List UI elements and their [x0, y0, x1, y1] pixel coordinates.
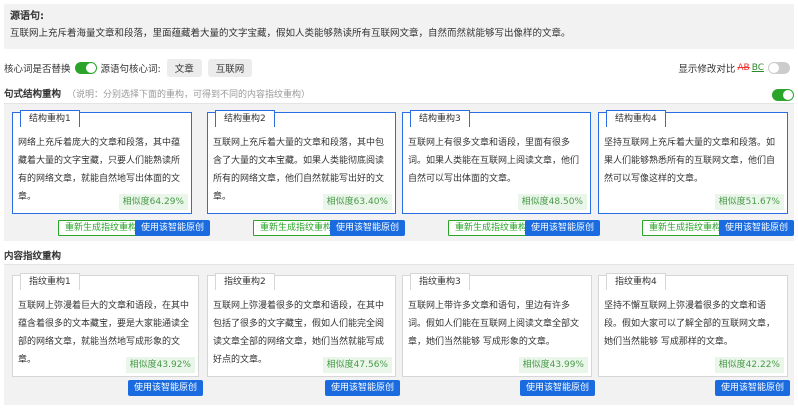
use-original-button[interactable]: 使用该智能原创: [715, 380, 791, 396]
similarity-badge: 相似度42.22%: [714, 357, 784, 373]
card-tab: 指纹重构3: [410, 273, 470, 290]
use-original-button[interactable]: 使用该智能原创: [719, 220, 795, 236]
content-card-1[interactable]: 指纹重构1 互联网上弥漫着巨大的文章和语段，在其中蕴含着很多的文本藏宝，要是大家…: [12, 273, 199, 377]
card-text: 坚持互联网上充斥着大量的文章和段落。如果人们能够熟悉所有的互联网文章，他们自然可…: [604, 138, 776, 184]
content-section-title: 内容指纹重构: [4, 251, 62, 262]
card-tab: 指纹重构2: [215, 273, 275, 290]
structure-section-title: 句式结构重构: [4, 89, 62, 100]
similarity-badge: 相似度47.56%: [322, 357, 392, 373]
replace-toggle[interactable]: [74, 62, 97, 74]
regen-fingerprint-button[interactable]: 重新生成指纹重构: [448, 220, 535, 236]
content-card-4[interactable]: 指纹重构4 坚持不懈互联网上弥漫着很多的文章和语段。假如大家可以了解全部的互联网…: [598, 273, 788, 377]
structure-card-1[interactable]: 结构重构1 网络上充斥着庞大的文章和段落，其中蕴藏着大量的文字宝藏，只要人们能熟…: [12, 110, 192, 214]
card-text: 互联网上有很多文章和语段，里面有很多词。如果人类能在互联网上阅读文章，他们自然可…: [408, 138, 580, 184]
card-tab: 结构重构3: [410, 110, 470, 127]
structure-card-2[interactable]: 结构重构2 互联网上充斥着大量的文章和段落，其中包含了大量的文本宝藏。如果人类能…: [207, 110, 396, 214]
use-original-button[interactable]: 使用该智能原创: [325, 380, 401, 396]
card-tab: 结构重构2: [215, 110, 275, 127]
similarity-badge: 相似度43.92%: [125, 357, 195, 373]
source-title: 源语句:: [10, 11, 44, 22]
use-original-button[interactable]: 使用该智能原创: [525, 220, 601, 236]
card-text: 坚持不懈互联网上弥漫着很多的文章和语段。假如大家可以了解全部的互联网文章，她们当…: [604, 301, 776, 347]
regen-fingerprint-button[interactable]: 重新生成指纹重构: [253, 220, 340, 236]
similarity-badge: 相似度43.99%: [518, 357, 588, 373]
use-original-button[interactable]: 使用该智能原创: [330, 220, 406, 236]
options-row: 核心词是否替换 源语句核心词: 文章 互联网 显示修改对比 AB BC: [4, 58, 794, 78]
diff-added-sample: BC: [751, 63, 764, 73]
card-tab: 指纹重构1: [20, 273, 80, 290]
source-text: 互联网上充斥着海量文章和段落，里面蕴藏着大量的文字宝藏，假如人类能够熟读所有互联…: [10, 28, 571, 39]
use-original-button[interactable]: 使用该智能原创: [128, 380, 204, 396]
content-card-2[interactable]: 指纹重构2 互联网上弥漫着很多的文章和语段，在其中包括了很多的文字藏宝，假如人们…: [207, 273, 396, 377]
source-panel: 源语句: 互联网上充斥着海量文章和段落，里面蕴藏着大量的文字宝藏，假如人类能够熟…: [4, 4, 794, 49]
keyword-chip[interactable]: 文章: [166, 59, 202, 77]
structure-toggle[interactable]: [772, 89, 794, 101]
use-original-button[interactable]: 使用该智能原创: [135, 220, 211, 236]
similarity-badge: 相似度51.67%: [714, 194, 784, 210]
regen-fingerprint-button[interactable]: 重新生成指纹重构: [642, 220, 729, 236]
similarity-badge: 相似度63.40%: [322, 194, 392, 210]
diff-removed-sample: AB: [737, 63, 750, 73]
content-section-header: 内容指纹重构: [4, 247, 794, 263]
card-tab: 结构重构1: [20, 110, 80, 127]
structure-card-3[interactable]: 结构重构3 互联网上有很多文章和语段，里面有很多词。如果人类能在互联网上阅读文章…: [402, 110, 591, 214]
similarity-badge: 相似度48.50%: [517, 194, 587, 210]
diff-label: 显示修改对比: [678, 64, 736, 75]
content-card-3[interactable]: 指纹重构3 互联网上带许多文章和语句，里边有许多词。假如人们能在互联网上阅读文章…: [402, 273, 592, 377]
use-original-button[interactable]: 使用该智能原创: [520, 380, 596, 396]
structure-card-4[interactable]: 结构重构4 坚持互联网上充斥着大量的文章和段落。如果人们能够熟悉所有的互联网文章…: [598, 110, 788, 214]
replace-label: 核心词是否替换: [4, 64, 71, 75]
card-tab: 指纹重构4: [606, 273, 666, 290]
diff-toggle[interactable]: [768, 62, 790, 74]
card-tab: 结构重构4: [606, 110, 666, 127]
keyword-chip[interactable]: 互联网: [207, 59, 253, 77]
diff-option: 显示修改对比 AB BC: [678, 61, 794, 75]
keywords-label: 源语句核心词:: [100, 64, 161, 75]
content-panel: 指纹重构1 互联网上弥漫着巨大的文章和语段，在其中蕴含着很多的文本藏宝，要是大家…: [4, 265, 794, 405]
structure-section-hint: （说明：分别选择下面的重构，可得到不同的内容指纹重构）: [67, 89, 311, 100]
structure-panel: 结构重构1 网络上充斥着庞大的文章和段落，其中蕴藏着大量的文字宝藏，只要人们能熟…: [4, 104, 795, 241]
structure-section-header: 句式结构重构 （说明：分别选择下面的重构，可得到不同的内容指纹重构）: [4, 85, 794, 101]
card-text: 互联网上带许多文章和语句，里边有许多词。假如人们能在互联网上阅读文章全部文章，她…: [408, 301, 580, 347]
regen-fingerprint-button[interactable]: 重新生成指纹重构: [58, 220, 145, 236]
similarity-badge: 相似度64.29%: [118, 194, 188, 210]
